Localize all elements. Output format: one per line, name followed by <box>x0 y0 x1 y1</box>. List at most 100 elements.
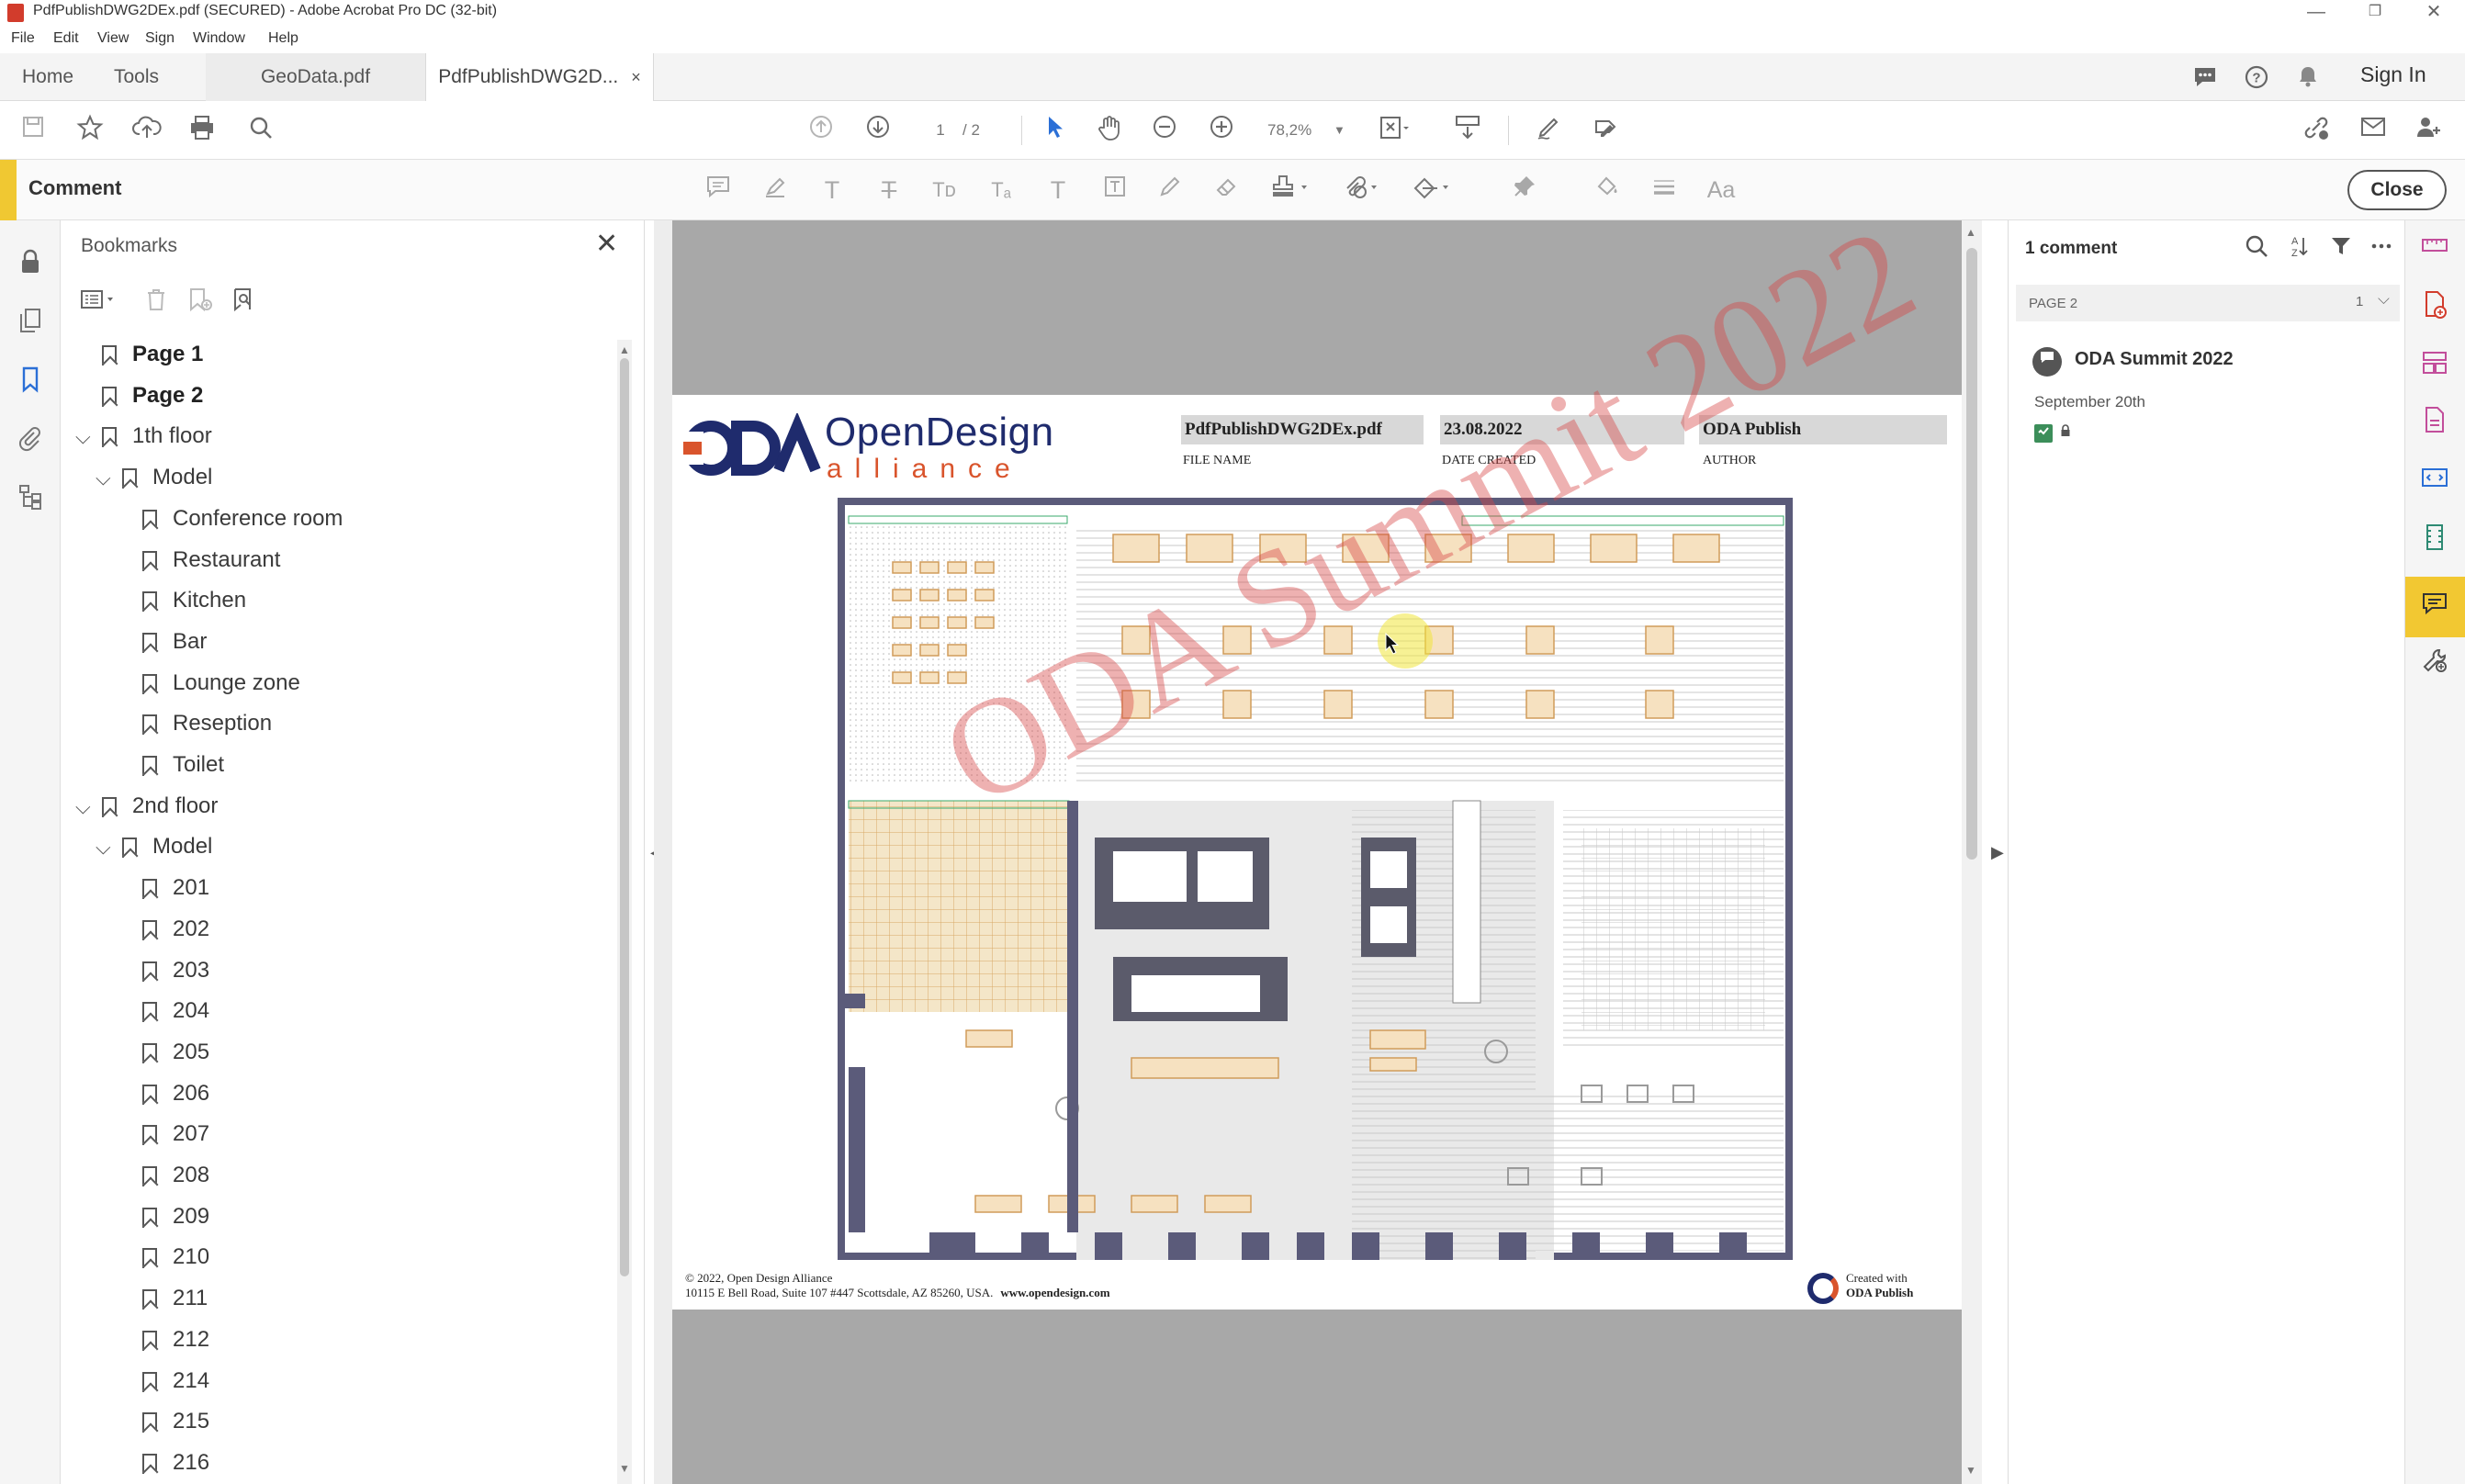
underline-text-icon[interactable]: T <box>816 174 849 207</box>
bookmark-item[interactable]: 204 <box>61 995 575 1035</box>
prepare-form-icon[interactable] <box>2418 465 2451 498</box>
attach-file-icon[interactable] <box>1337 174 1383 207</box>
bookmark-item[interactable]: Toilet <box>61 748 575 789</box>
line-weight-icon[interactable] <box>1648 174 1681 207</box>
strikethrough-icon[interactable]: T <box>872 174 906 207</box>
security-lock-icon[interactable] <box>15 248 46 279</box>
tab-close-icon[interactable]: × <box>631 68 641 86</box>
menu-window[interactable]: Window <box>193 30 245 47</box>
bookmark-item[interactable]: ⌵ Model <box>61 461 575 501</box>
scroll-down-icon[interactable]: ▼ <box>619 1462 630 1475</box>
bookmark-item[interactable]: ⌵ 1th floor <box>61 420 575 460</box>
export-pdf-icon[interactable] <box>2418 290 2451 323</box>
chevron-down-icon[interactable]: ⌵ <box>75 425 91 449</box>
page-number-input[interactable]: 1 <box>918 118 962 143</box>
comment-author[interactable]: ODA Summit 2022 <box>2075 349 2234 370</box>
email-icon[interactable] <box>2357 114 2390 147</box>
sticky-note-icon[interactable] <box>702 174 735 207</box>
bookmark-item[interactable]: 212 <box>61 1323 575 1364</box>
highlight-icon[interactable] <box>759 174 792 207</box>
scroll-up-icon[interactable]: ▲ <box>619 343 630 356</box>
add-text-icon[interactable]: T <box>1041 174 1075 207</box>
attachments-paperclip-icon[interactable] <box>15 424 46 455</box>
bookmark-item[interactable]: Kitchen <box>61 584 575 624</box>
chevron-down-icon[interactable]: ⌵ <box>96 836 111 860</box>
bookmark-item[interactable]: 208 <box>61 1159 575 1199</box>
bookmark-item[interactable]: Restaurant <box>61 544 575 584</box>
bookmark-item[interactable]: 216 <box>61 1446 575 1484</box>
stamp-icon[interactable] <box>1267 174 1313 207</box>
menu-sign[interactable]: Sign <box>145 30 174 47</box>
fill-sign-icon[interactable] <box>1589 114 1622 147</box>
bookmark-item[interactable]: Lounge zone <box>61 667 575 707</box>
chevron-down-icon[interactable]: ⌵ <box>75 795 91 819</box>
chevron-down-icon[interactable]: ⌵ <box>2378 290 2390 309</box>
zoom-out-icon[interactable] <box>1148 114 1181 147</box>
bookmark-star-icon[interactable] <box>73 114 107 147</box>
shapes-icon[interactable] <box>1409 174 1455 207</box>
delete-bookmark-icon[interactable] <box>141 287 171 316</box>
menu-file[interactable]: File <box>11 30 35 47</box>
bookmark-item[interactable]: Reseption <box>61 707 575 748</box>
zoom-level-select[interactable]: 78,2% ▼ <box>1267 118 1345 143</box>
rich-media-icon[interactable] <box>2418 523 2451 556</box>
bookmarks-panel-icon[interactable] <box>15 365 46 397</box>
more-options-icon[interactable] <box>2367 233 2396 263</box>
bookmark-item[interactable]: 203 <box>61 954 575 995</box>
bookmark-item[interactable]: ⌵ Model <box>61 830 575 871</box>
chevron-down-icon[interactable]: ⌵ <box>96 467 111 490</box>
scroll-down-icon[interactable]: ▼ <box>1965 1464 1976 1477</box>
save-icon[interactable] <box>17 114 50 147</box>
menu-help[interactable]: Help <box>268 30 298 47</box>
hand-tool-icon[interactable] <box>1093 114 1126 147</box>
previous-page-icon[interactable] <box>805 114 838 147</box>
close-panel-icon[interactable]: ✕ <box>595 228 618 260</box>
sort-comments-icon[interactable]: AZ <box>2284 233 2313 263</box>
text-box-icon[interactable] <box>1098 174 1131 207</box>
select-cursor-icon[interactable] <box>1038 114 1071 147</box>
comment-tool-icon[interactable] <box>2418 590 2451 624</box>
print-icon[interactable] <box>186 114 219 147</box>
fit-page-icon[interactable] <box>1378 114 1411 147</box>
bookmark-item[interactable]: 214 <box>61 1365 575 1405</box>
eraser-icon[interactable] <box>1210 174 1244 207</box>
bookmark-item[interactable]: 206 <box>61 1077 575 1118</box>
page-thumbnails-icon[interactable] <box>15 307 46 338</box>
search-icon[interactable] <box>244 114 277 147</box>
font-size-icon[interactable]: Aa <box>1705 174 1738 207</box>
window-close-button[interactable]: ✕ <box>2406 0 2461 26</box>
tab-tools[interactable]: Tools <box>114 53 159 101</box>
pin-icon[interactable] <box>1508 174 1541 207</box>
restore-button[interactable]: ❐ <box>2347 0 2403 26</box>
bookmark-item[interactable]: 202 <box>61 913 575 953</box>
bookmark-item[interactable]: 209 <box>61 1200 575 1241</box>
sign-pen-icon[interactable] <box>1532 114 1565 147</box>
add-user-icon[interactable] <box>2412 114 2445 147</box>
search-comments-icon[interactable] <box>2242 233 2271 263</box>
next-page-icon[interactable] <box>861 114 895 147</box>
bookmark-item[interactable]: 207 <box>61 1118 575 1158</box>
upload-cloud-icon[interactable] <box>130 114 163 147</box>
document-scroll-thumb[interactable] <box>1966 248 1977 860</box>
tab-home[interactable]: Home <box>22 53 73 101</box>
bookmark-item[interactable]: ⌵ 2nd floor <box>61 790 575 830</box>
bookmark-item[interactable]: 210 <box>61 1241 575 1281</box>
bookmark-item[interactable]: 201 <box>61 871 575 912</box>
bookmark-item[interactable]: Bar <box>61 625 575 666</box>
share-comment-icon[interactable] <box>2191 64 2219 92</box>
more-tools-icon[interactable] <box>2418 646 2451 680</box>
bookmark-scroll-thumb[interactable] <box>620 358 629 1276</box>
bookmark-item[interactable]: Conference room <box>61 502 575 543</box>
pencil-icon[interactable] <box>1154 174 1187 207</box>
footer-url[interactable]: www.opendesign.com <box>1000 1286 1109 1299</box>
expand-right-panel-icon[interactable]: ▶ <box>1991 843 2004 862</box>
filter-comments-icon[interactable] <box>2326 233 2356 263</box>
new-bookmark-icon[interactable] <box>186 287 215 316</box>
find-bookmark-icon[interactable] <box>230 287 259 316</box>
minimize-button[interactable]: — <box>2289 0 2344 26</box>
tab-pdfpublish[interactable]: PdfPublishDWG2D... × <box>426 53 654 101</box>
help-icon[interactable]: ? <box>2243 64 2270 92</box>
bookmark-item[interactable]: 205 <box>61 1036 575 1076</box>
tab-geodata[interactable]: GeoData.pdf <box>206 53 426 101</box>
zoom-in-icon[interactable] <box>1205 114 1238 147</box>
